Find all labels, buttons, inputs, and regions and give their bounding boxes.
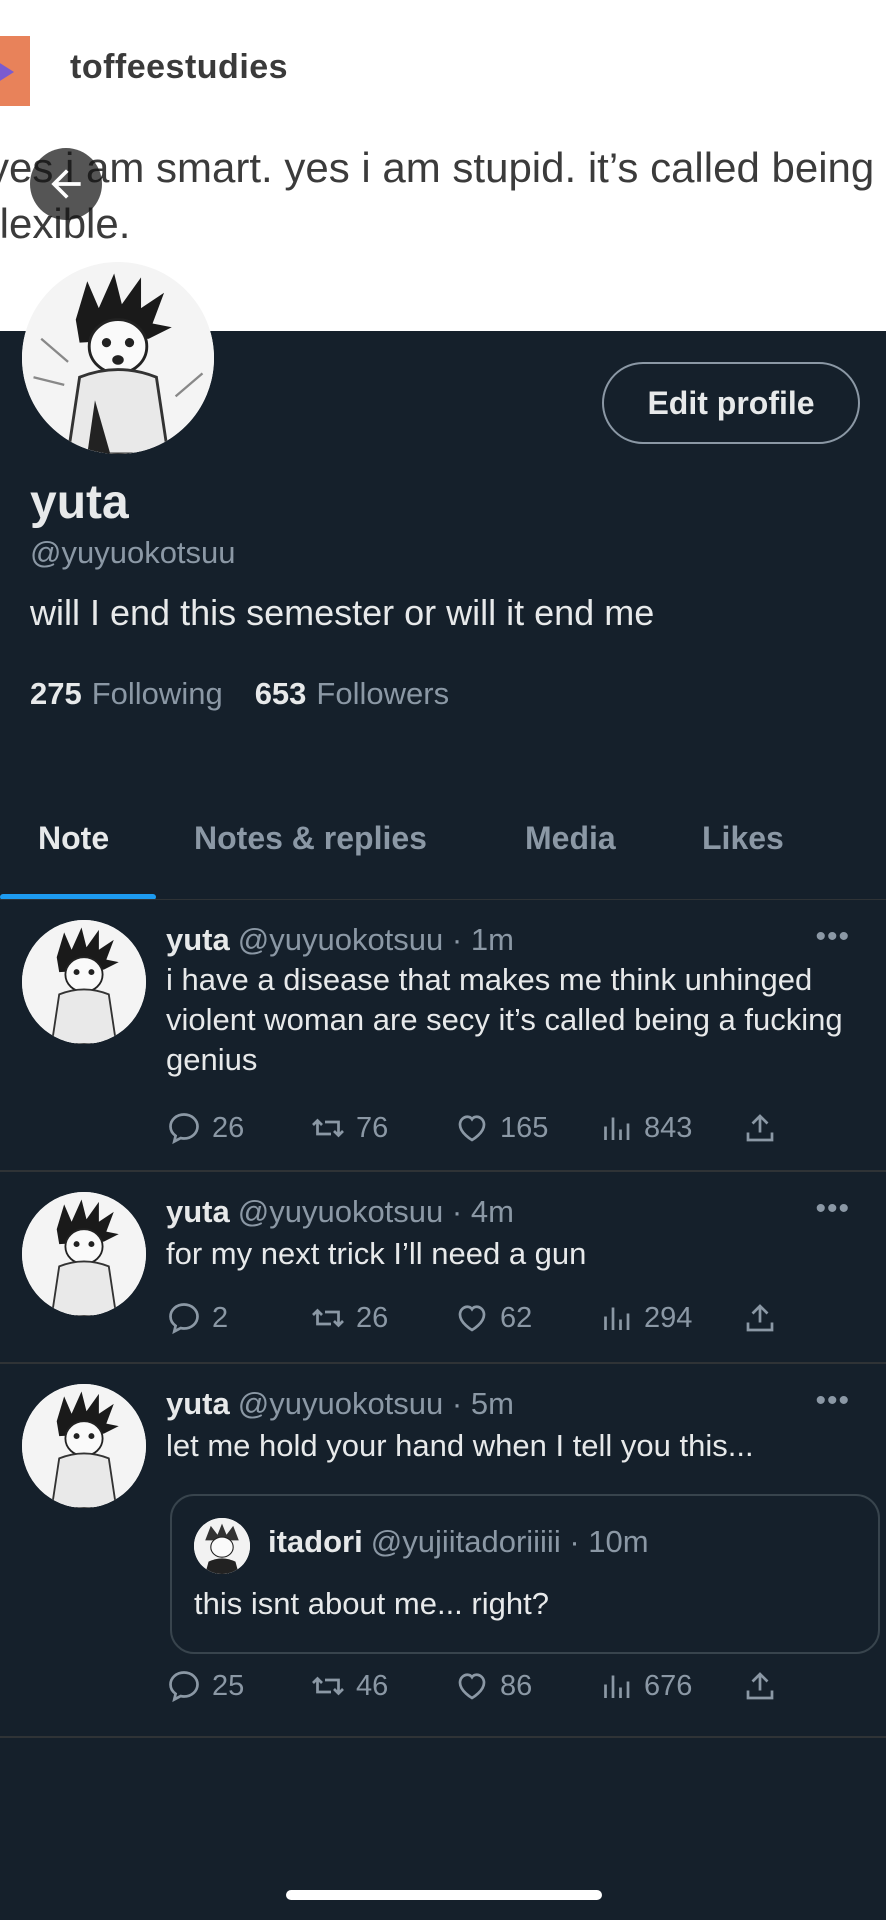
repost-button[interactable]: 26 (310, 1300, 388, 1336)
post-meta: @yuyuokotsuu · 4m (237, 1194, 514, 1229)
quoted-avatar[interactable] (194, 1518, 250, 1574)
reply-count: 26 (212, 1111, 245, 1144)
avatar-illustration (22, 262, 214, 454)
like-count: 165 (500, 1111, 549, 1144)
share-icon (746, 1114, 774, 1142)
repost-count: 76 (356, 1111, 389, 1144)
avatar[interactable] (22, 1192, 146, 1316)
repost-icon (312, 1118, 344, 1138)
post-text: i have a disease that makes me think unh… (166, 962, 843, 1077)
heart-icon (458, 1673, 486, 1700)
quoted-meta: @yujiitadoriiiii · 10m (370, 1524, 649, 1559)
post-actions: 25 46 86 676 (166, 1668, 806, 1708)
profile-avatar[interactable] (22, 262, 214, 454)
profile-bio: will I end this semester or will it end … (30, 592, 655, 633)
tab-note[interactable]: Note (38, 820, 109, 857)
heart-icon (458, 1115, 486, 1142)
post-header: yuta @yuyuokotsuu · 1m (166, 922, 514, 958)
more-options-icon[interactable]: ••• (815, 1192, 850, 1226)
view-count: 676 (644, 1669, 693, 1702)
post-actions: 26 76 165 843 (166, 1110, 806, 1150)
tab-media[interactable]: Media (525, 820, 616, 857)
quoted-header: itadori @yujiitadoriiiii · 10m (268, 1524, 649, 1560)
profile-tabs: Note Notes & replies Media Likes (0, 800, 886, 900)
repost-icon (312, 1308, 344, 1328)
like-count: 62 (500, 1301, 533, 1334)
tab-likes[interactable]: Likes (702, 820, 784, 857)
views-button[interactable]: 676 (598, 1668, 692, 1704)
post-meta: @yuyuokotsuu · 5m (237, 1386, 514, 1421)
like-button[interactable]: 86 (454, 1668, 532, 1704)
avatar[interactable] (22, 1384, 146, 1508)
like-count: 86 (500, 1669, 533, 1702)
quoted-post[interactable]: itadori @yujiitadoriiiii · 10m this isnt … (170, 1494, 880, 1654)
like-button[interactable]: 62 (454, 1300, 532, 1336)
reply-count: 25 (212, 1669, 245, 1702)
share-icon (746, 1304, 774, 1332)
post[interactable]: yuta @yuyuokotsuu · 1m ••• i have a disea… (0, 900, 886, 1172)
repost-count: 26 (356, 1301, 389, 1334)
view-count: 843 (644, 1111, 693, 1144)
profile-handle: @yuyuokotsuu (30, 535, 236, 570)
post-meta: @yuyuokotsuu · 1m (237, 922, 514, 957)
post-author-name[interactable]: yuta (166, 922, 230, 957)
reply-icon (169, 1113, 199, 1145)
post-author-name[interactable]: yuta (166, 1194, 230, 1229)
following-label[interactable]: Following (92, 676, 223, 712)
reply-button[interactable]: 25 (166, 1668, 244, 1704)
share-button[interactable] (742, 1668, 778, 1704)
views-chart-icon (604, 1675, 630, 1698)
views-chart-icon (604, 1307, 630, 1330)
quoted-author-name[interactable]: itadori (268, 1524, 363, 1559)
banner-avatar (0, 36, 30, 106)
back-button[interactable] (30, 148, 102, 220)
profile-stats: 275 Following 653 Followers (30, 676, 481, 712)
views-button[interactable]: 843 (598, 1110, 692, 1146)
heart-icon (458, 1305, 486, 1332)
post-actions: 2 26 62 294 (166, 1300, 806, 1340)
post-header: yuta @yuyuokotsuu · 5m (166, 1386, 514, 1422)
more-options-icon[interactable]: ••• (815, 920, 850, 954)
more-options-icon[interactable]: ••• (815, 1384, 850, 1418)
repost-button[interactable]: 76 (310, 1110, 388, 1146)
home-indicator[interactable] (286, 1890, 602, 1900)
profile-name: yuta (30, 476, 129, 529)
banner-text: yes i am smart. yes i am stupid. it’s ca… (0, 144, 875, 247)
share-icon (746, 1672, 774, 1700)
arrow-left-icon (51, 169, 81, 199)
view-count: 294 (644, 1301, 693, 1334)
post-text: let me hold your hand when I tell you th… (166, 1428, 754, 1463)
reply-button[interactable]: 2 (166, 1300, 228, 1336)
repost-icon (312, 1676, 344, 1696)
reply-button[interactable]: 26 (166, 1110, 244, 1146)
reply-icon (169, 1303, 199, 1335)
banner-username: toffeestudies (70, 48, 289, 86)
post-author-name[interactable]: yuta (166, 1386, 230, 1421)
share-button[interactable] (742, 1300, 778, 1336)
post[interactable]: yuta @yuyuokotsuu · 4m ••• for my next tr… (0, 1172, 886, 1364)
reply-count: 2 (212, 1301, 229, 1334)
views-button[interactable]: 294 (598, 1300, 692, 1336)
followers-label[interactable]: Followers (316, 676, 449, 712)
following-count[interactable]: 275 (30, 676, 82, 712)
post[interactable]: yuta @yuyuokotsuu · 5m ••• let me hold yo… (0, 1364, 886, 1738)
like-button[interactable]: 165 (454, 1110, 548, 1146)
post-text: for my next trick I’ll need a gun (166, 1236, 587, 1271)
quoted-text: this isnt about me... right? (194, 1586, 549, 1621)
repost-button[interactable]: 46 (310, 1668, 388, 1704)
followers-count[interactable]: 653 (255, 676, 307, 712)
edit-profile-button[interactable]: Edit profile (602, 362, 860, 444)
views-chart-icon (604, 1117, 630, 1140)
share-button[interactable] (742, 1110, 778, 1146)
tab-notes-replies[interactable]: Notes & replies (194, 820, 427, 857)
post-header: yuta @yuyuokotsuu · 4m (166, 1194, 514, 1230)
reply-icon (169, 1671, 199, 1703)
repost-count: 46 (356, 1669, 389, 1702)
avatar[interactable] (22, 920, 146, 1044)
